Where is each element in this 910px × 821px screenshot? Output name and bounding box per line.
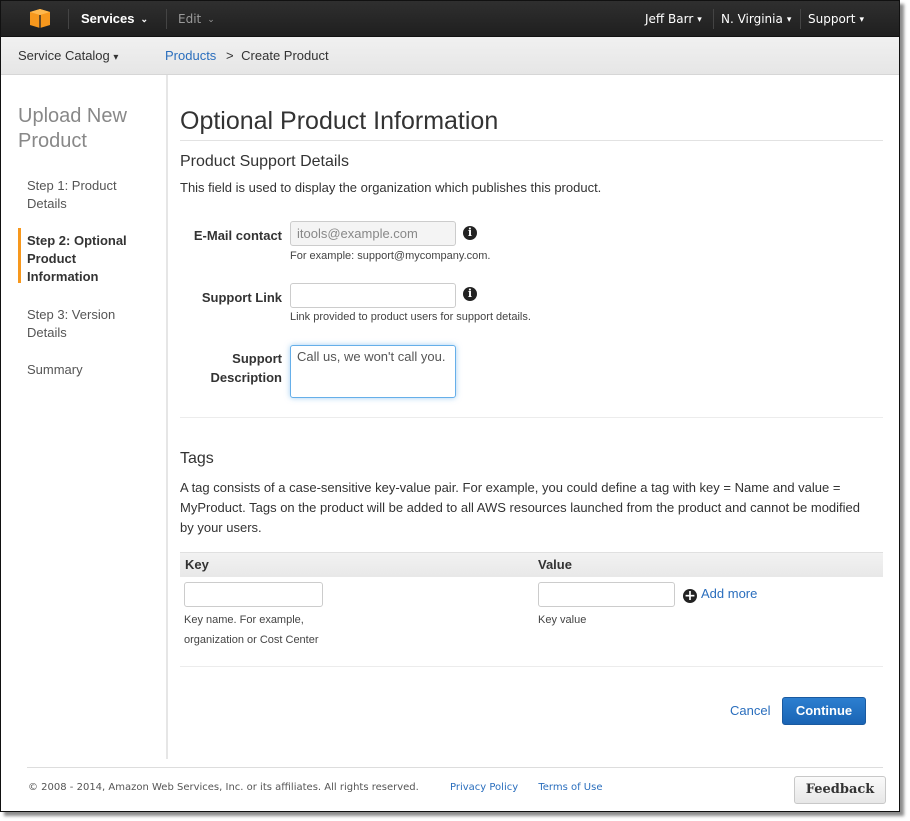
tags-table-header: Key Value (180, 552, 883, 577)
support-section-heading: Product Support Details (180, 153, 349, 170)
service-catalog-label: Service Catalog (18, 48, 110, 63)
tag-key-help-line2: organization or Cost Center (184, 634, 319, 646)
plus-circle-icon: + (683, 588, 697, 604)
support-menu[interactable]: Support ▾ (808, 1, 864, 36)
support-section-description: This field is used to display the organi… (180, 180, 602, 195)
aws-logo-icon[interactable] (30, 9, 50, 28)
browser-window: Services ⌄ Edit ⌄ Jeff Barr ▾ N. Virginia ▾ … (0, 0, 900, 812)
wizard-step-3[interactable]: Step 3: Version Details (27, 306, 147, 342)
breadcrumb-separator: > (225, 48, 234, 63)
cancel-button[interactable]: Cancel (730, 703, 770, 718)
tag-value-input[interactable] (538, 582, 675, 607)
add-more-label: Add more (701, 586, 758, 601)
nav-divider (68, 9, 69, 29)
support-link-input[interactable] (290, 283, 456, 308)
breadcrumb-current: Create Product (241, 48, 329, 63)
email-label: E-Mail contact (193, 228, 282, 243)
caret-down-icon: ▾ (786, 15, 792, 25)
feedback-button[interactable]: Feedback (794, 776, 886, 804)
caret-down-icon: ▾ (113, 52, 119, 63)
copyright-text: © 2008 - 2014, Amazon Web Services, Inc.… (28, 782, 419, 793)
nav-divider (800, 9, 801, 29)
terms-of-use-link[interactable]: Terms of Use (538, 782, 602, 793)
support-description-label: Support Description (180, 349, 282, 387)
user-menu[interactable]: Jeff Barr ▾ (645, 1, 702, 36)
wizard-step-2[interactable]: Step 2: Optional Product Information (18, 228, 147, 286)
top-nav-bar: Services ⌄ Edit ⌄ Jeff Barr ▾ N. Virginia ▾ … (1, 1, 899, 37)
support-link-label: Support Link (201, 290, 282, 305)
service-nav-bar: Service Catalog ▾ Products > Create Prod… (1, 37, 899, 75)
wizard-title: Upload New Product (18, 105, 127, 152)
tag-key-help-line1: Key name. For example, (184, 614, 304, 626)
chevron-down-icon: ⌄ (207, 15, 215, 25)
key-column-header: Key (185, 557, 209, 572)
wizard-step-1[interactable]: Step 1: Product Details (27, 177, 147, 213)
user-label: Jeff Barr (645, 12, 694, 26)
breadcrumb-products-link[interactable]: Products (165, 48, 216, 63)
support-description-textarea[interactable]: Call us, we won't call you. (290, 345, 456, 398)
value-column-header: Value (538, 557, 572, 572)
nav-divider (166, 9, 167, 29)
support-label: Support (808, 12, 856, 26)
caret-down-icon: ▾ (859, 15, 864, 25)
services-label: Services (81, 11, 135, 26)
email-contact-input[interactable] (290, 221, 456, 246)
email-help-text: For example: support@mycompany.com. (290, 250, 491, 262)
services-menu[interactable]: Services ⌄ (81, 1, 148, 36)
tag-key-input[interactable] (184, 582, 323, 607)
page-title: Optional Product Information (180, 107, 499, 135)
wizard-step-summary[interactable]: Summary (27, 361, 147, 379)
section-divider (180, 666, 883, 667)
title-divider (180, 140, 883, 141)
region-menu[interactable]: N. Virginia ▾ (721, 1, 791, 36)
support-description-label-line1: Support (232, 351, 282, 366)
section-divider (180, 417, 883, 418)
add-more-button[interactable]: + Add more (683, 586, 757, 603)
footer-divider (27, 767, 883, 768)
tags-section-description: A tag consists of a case-sensitive key-v… (180, 480, 861, 535)
wizard-sidebar: Upload New Product Step 1: Product Detai… (1, 75, 168, 759)
breadcrumb: Products > Create Product (165, 37, 329, 74)
continue-button[interactable]: Continue (782, 697, 866, 725)
tags-section-heading: Tags (180, 450, 214, 467)
caret-down-icon: ▾ (697, 15, 702, 25)
edit-label: Edit (178, 12, 202, 26)
edit-menu[interactable]: Edit ⌄ (178, 1, 215, 36)
info-icon[interactable]: i (463, 287, 477, 301)
footer-links: Privacy Policy Terms of Use (450, 782, 602, 793)
support-description-label-line2: Description (210, 370, 282, 385)
privacy-policy-link[interactable]: Privacy Policy (450, 782, 518, 793)
tag-value-help: Key value (538, 614, 587, 626)
service-catalog-menu[interactable]: Service Catalog ▾ (18, 37, 118, 76)
support-link-help-text: Link provided to product users for suppo… (290, 311, 531, 323)
nav-divider (713, 9, 714, 29)
region-label: N. Virginia (721, 12, 783, 26)
tag-key-help: Key name. For example, organization or C… (184, 610, 319, 650)
chevron-down-icon: ⌄ (140, 14, 149, 24)
info-icon[interactable]: i (463, 226, 477, 240)
